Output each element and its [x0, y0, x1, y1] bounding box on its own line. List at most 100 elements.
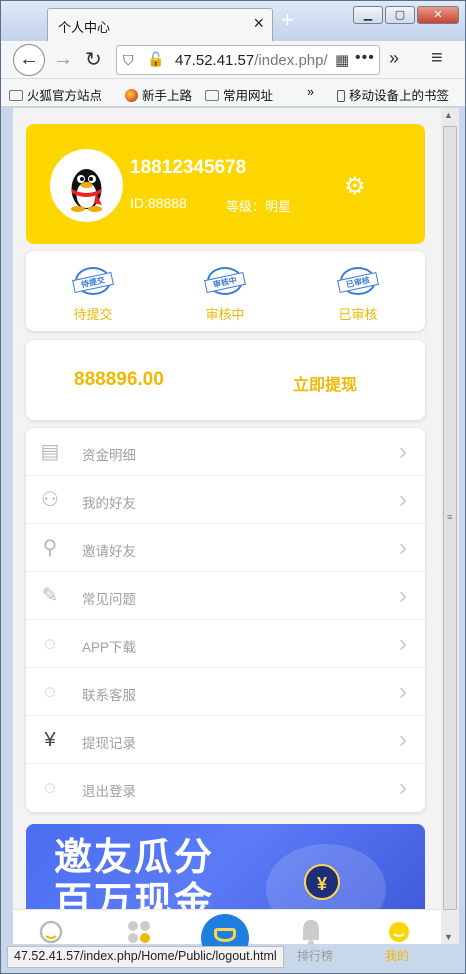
firefox-icon: [125, 89, 138, 102]
status-reviewed[interactable]: 已审核 已审核: [313, 267, 403, 323]
menu-item-faq[interactable]: ✎ 常见问题 ›: [26, 572, 425, 620]
menu-label: 邀请好友: [82, 544, 136, 559]
user-phone: 18812345678: [130, 157, 247, 178]
add-user-icon: ⚲: [42, 537, 58, 559]
tab-mine-label: 我的: [385, 949, 410, 963]
menu-label: 提现记录: [82, 736, 136, 751]
tab-close-icon[interactable]: ×: [253, 13, 264, 34]
stamp-icon: 待提交: [72, 267, 114, 295]
back-button[interactable]: ←: [13, 44, 45, 76]
bookmarks-overflow-icon[interactable]: »: [307, 85, 314, 99]
chevron-right-icon: ›: [399, 438, 407, 465]
minimize-button[interactable]: ▁: [353, 6, 383, 24]
menu-list: ▤ 资金明细 › ⚇ 我的好友 › ⚲ 邀请好友 › ✎ 常见问题 › ◌ AP: [26, 428, 425, 812]
shield-icon[interactable]: ⛉: [123, 52, 134, 69]
chevron-right-icon: ›: [399, 726, 407, 753]
bookmarks-bar: 火狐官方站点 新手上路 常用网址 » 移动设备上的书签: [1, 79, 465, 107]
qr-code-icon[interactable]: ▦: [335, 51, 349, 69]
faq-icon: ✎: [41, 585, 59, 607]
stamp-icon: 审核中: [204, 267, 246, 295]
chat-bubble-icon: ◌: [44, 777, 56, 799]
chevron-right-icon: ›: [399, 486, 407, 513]
menu-label: 常见问题: [82, 592, 136, 607]
tab-discover[interactable]: [101, 910, 177, 950]
chevron-right-icon: ›: [399, 582, 407, 609]
vertical-scrollbar[interactable]: ▲ ≡ ▼: [441, 108, 459, 944]
banner-line-1: 邀友瓜分: [54, 837, 215, 879]
scroll-grip-icon: ≡: [447, 512, 453, 522]
menu-label: 联系客服: [82, 688, 136, 703]
status-label: 已审核: [338, 307, 378, 322]
chat-bubble-icon: ◌: [44, 681, 56, 703]
menu-item-invite[interactable]: ⚲ 邀请好友 ›: [26, 524, 425, 572]
tab-home[interactable]: [13, 910, 89, 950]
chevron-right-icon: ›: [399, 678, 407, 705]
url-path: /index.php/: [254, 52, 328, 69]
menu-item-support[interactable]: ◌ 联系客服 ›: [26, 668, 425, 716]
grid-dots-icon: [128, 921, 150, 943]
balance-card: 888896.00 立即提现: [26, 340, 425, 420]
toolbar-overflow-icon[interactable]: »: [389, 48, 399, 69]
avatar[interactable]: [50, 149, 123, 222]
user-level: 等级：明星: [226, 199, 292, 214]
scroll-thumb[interactable]: ≡: [443, 126, 457, 910]
mobile-icon: [337, 90, 345, 102]
user-id: ID:88888: [130, 195, 187, 211]
browser-tab[interactable]: 个人中心 ×: [47, 8, 273, 41]
address-bar[interactable]: ⛉ 🔓 47.52.41.57/index.php/ ▦ •••: [116, 45, 380, 75]
chevron-right-icon: ›: [399, 774, 407, 801]
page-actions-icon[interactable]: •••: [355, 49, 375, 67]
menu-item-app-download[interactable]: ◌ APP下载 ›: [26, 620, 425, 668]
navigation-bar: ← → ↻ ⛉ 🔓 47.52.41.57/index.php/ ▦ ••• »…: [1, 41, 465, 79]
menu-label: APP下载: [82, 640, 137, 655]
gear-icon[interactable]: ⚙: [344, 172, 366, 201]
menu-item-funds[interactable]: ▤ 资金明细 ›: [26, 428, 425, 476]
yuan-box-icon: ¥: [44, 729, 56, 751]
friends-icon: ⚇: [41, 489, 59, 511]
menu-label: 我的好友: [82, 496, 136, 511]
chevron-right-icon: ›: [399, 534, 407, 561]
bookmark-item[interactable]: 常用网址: [205, 85, 273, 104]
menu-label: 资金明细: [82, 448, 136, 463]
close-window-button[interactable]: ✕: [417, 6, 459, 24]
folder-icon: [9, 90, 23, 101]
home-bubble-icon: [39, 920, 63, 944]
menu-item-withdraw-records[interactable]: ¥ 提现记录 ›: [26, 716, 425, 764]
hamburger-menu-icon[interactable]: ≡: [431, 47, 443, 70]
user-smile-icon: [389, 922, 409, 942]
review-status-card: 待提交 待提交 审核中 审核中 已审核 已审核: [26, 251, 425, 331]
status-label: 待提交: [73, 307, 113, 322]
insecure-lock-icon[interactable]: 🔓: [147, 51, 164, 68]
bookmark-item[interactable]: 新手上路: [125, 85, 192, 104]
stamp-icon: 已审核: [337, 267, 379, 295]
penguin-avatar-icon: [71, 169, 102, 212]
title-bar: 个人中心 × + ▁ ▢ ✕: [1, 1, 465, 41]
new-tab-button[interactable]: +: [281, 7, 294, 33]
menu-item-logout[interactable]: ◌ 退出登录 ›: [26, 764, 425, 812]
status-reviewing[interactable]: 审核中 审核中: [180, 267, 270, 323]
tab-rank-label: 排行榜: [297, 949, 334, 963]
window-controls: ▁ ▢ ✕: [351, 6, 459, 24]
yuan-coin-icon: ¥: [304, 864, 340, 900]
bottom-tab-bar: [13, 909, 441, 962]
status-pending[interactable]: 待提交 待提交: [48, 267, 138, 323]
tab-title: 个人中心: [58, 20, 111, 35]
diamond-icon: [214, 928, 236, 942]
ledger-icon: ▤: [40, 441, 60, 463]
balance-amount: 888896.00: [74, 369, 164, 390]
menu-item-friends[interactable]: ⚇ 我的好友 ›: [26, 476, 425, 524]
forward-button[interactable]: →: [53, 48, 73, 71]
page-viewport: 18812345678 ID:88888 等级：明星 ⚙ 待提交 待提交 审核中…: [13, 108, 441, 944]
status-label: 审核中: [205, 307, 245, 322]
bookmark-item[interactable]: 移动设备上的书签: [337, 85, 449, 104]
chat-bubble-icon: ◌: [44, 633, 56, 655]
url-text[interactable]: 47.52.41.57/index.php/: [175, 52, 328, 69]
scroll-up-arrow-icon[interactable]: ▲: [444, 110, 453, 120]
scroll-down-arrow-icon[interactable]: ▼: [444, 932, 453, 942]
tab-mine[interactable]: [361, 910, 437, 950]
reload-button[interactable]: ↻: [85, 47, 102, 72]
tab-rank[interactable]: [273, 910, 349, 950]
bookmark-item[interactable]: 火狐官方站点: [9, 85, 102, 104]
withdraw-button[interactable]: 立即提现: [293, 371, 357, 395]
maximize-button[interactable]: ▢: [385, 6, 415, 24]
